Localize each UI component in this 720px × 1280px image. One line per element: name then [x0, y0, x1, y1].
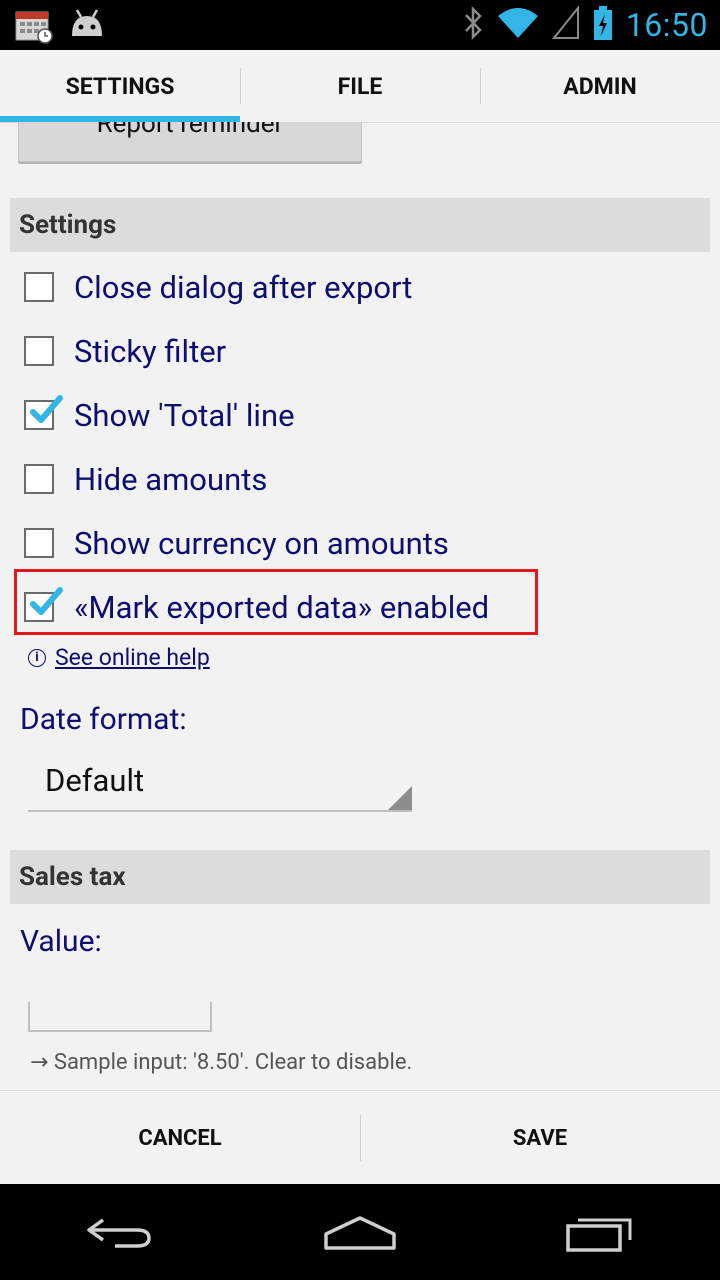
checkbox[interactable] — [24, 464, 54, 494]
cancel-button[interactable]: CANCEL — [0, 1091, 360, 1185]
calendar-icon — [14, 6, 54, 48]
wifi-icon — [496, 6, 540, 44]
checkbox-checked[interactable] — [24, 395, 63, 430]
sales-tax-hint: → Sample input: '8.50'. Clear to disable… — [30, 1050, 412, 1075]
checkbox-label: Show currency on amounts — [74, 524, 449, 562]
tab-file[interactable]: FILE — [240, 50, 480, 122]
sales-tax-section-header: Sales tax — [10, 850, 710, 904]
close-dialog-checkbox-row[interactable]: Close dialog after export — [24, 261, 412, 313]
checkbox[interactable] — [24, 528, 54, 558]
settings-scroll-content[interactable]: Report reminder Settings Close dialog af… — [0, 122, 720, 1090]
info-icon: i — [28, 648, 46, 667]
recent-apps-icon[interactable] — [555, 1202, 645, 1262]
signal-icon — [551, 5, 580, 44]
back-icon[interactable] — [75, 1202, 165, 1262]
show-total-line-checkbox-row[interactable]: Show 'Total' line — [24, 389, 295, 441]
tab-admin[interactable]: ADMIN — [480, 50, 720, 122]
sales-tax-hint-text: Sample input: '8.50'. Clear to disable. — [53, 1050, 413, 1075]
date-format-label: Date format: — [20, 702, 187, 737]
sales-tax-value-input[interactable] — [30, 988, 214, 1030]
sales-tax-value-label: Value: — [20, 924, 102, 959]
sticky-filter-checkbox-row[interactable]: Sticky filter — [24, 325, 226, 377]
save-button[interactable]: SAVE — [360, 1091, 720, 1185]
dropdown-arrow-icon — [388, 786, 412, 810]
checkbox-label: Close dialog after export — [74, 268, 413, 306]
dialog-button-bar: CANCEL SAVE — [0, 1090, 720, 1185]
checkbox[interactable] — [24, 336, 54, 366]
navigation-bar — [0, 1184, 720, 1280]
sales-tax-value-field[interactable] — [28, 988, 214, 1032]
bluetooth-icon — [462, 5, 484, 44]
checkbox-label: Show 'Total' line — [74, 396, 295, 434]
checkmark-icon — [30, 395, 63, 423]
tab-settings[interactable]: SETTINGS — [0, 50, 240, 122]
checkbox-label: Sticky filter — [74, 332, 227, 370]
show-currency-checkbox-row[interactable]: Show currency on amounts — [24, 517, 449, 569]
highlight-box — [14, 569, 538, 635]
date-format-dropdown[interactable]: Default — [28, 752, 412, 812]
report-reminder-button[interactable]: Report reminder — [18, 122, 362, 162]
date-format-selected-value: Default — [45, 762, 145, 799]
home-icon[interactable] — [315, 1202, 405, 1262]
hide-amounts-checkbox-row[interactable]: Hide amounts — [24, 453, 267, 505]
tab-bar: SETTINGS FILE ADMIN — [0, 50, 720, 123]
android-icon — [68, 6, 106, 48]
clock: 16:50 — [625, 6, 708, 44]
status-bar: 16:50 — [0, 0, 720, 50]
settings-section-header: Settings — [10, 198, 710, 252]
battery-charging-icon — [592, 5, 614, 45]
checkbox[interactable] — [24, 272, 54, 302]
arrow-right-icon: → — [30, 1050, 54, 1075]
online-help-link[interactable]: i See online help — [28, 644, 210, 671]
see-online-help-link[interactable]: See online help — [55, 644, 210, 671]
checkbox-label: Hide amounts — [74, 460, 268, 498]
